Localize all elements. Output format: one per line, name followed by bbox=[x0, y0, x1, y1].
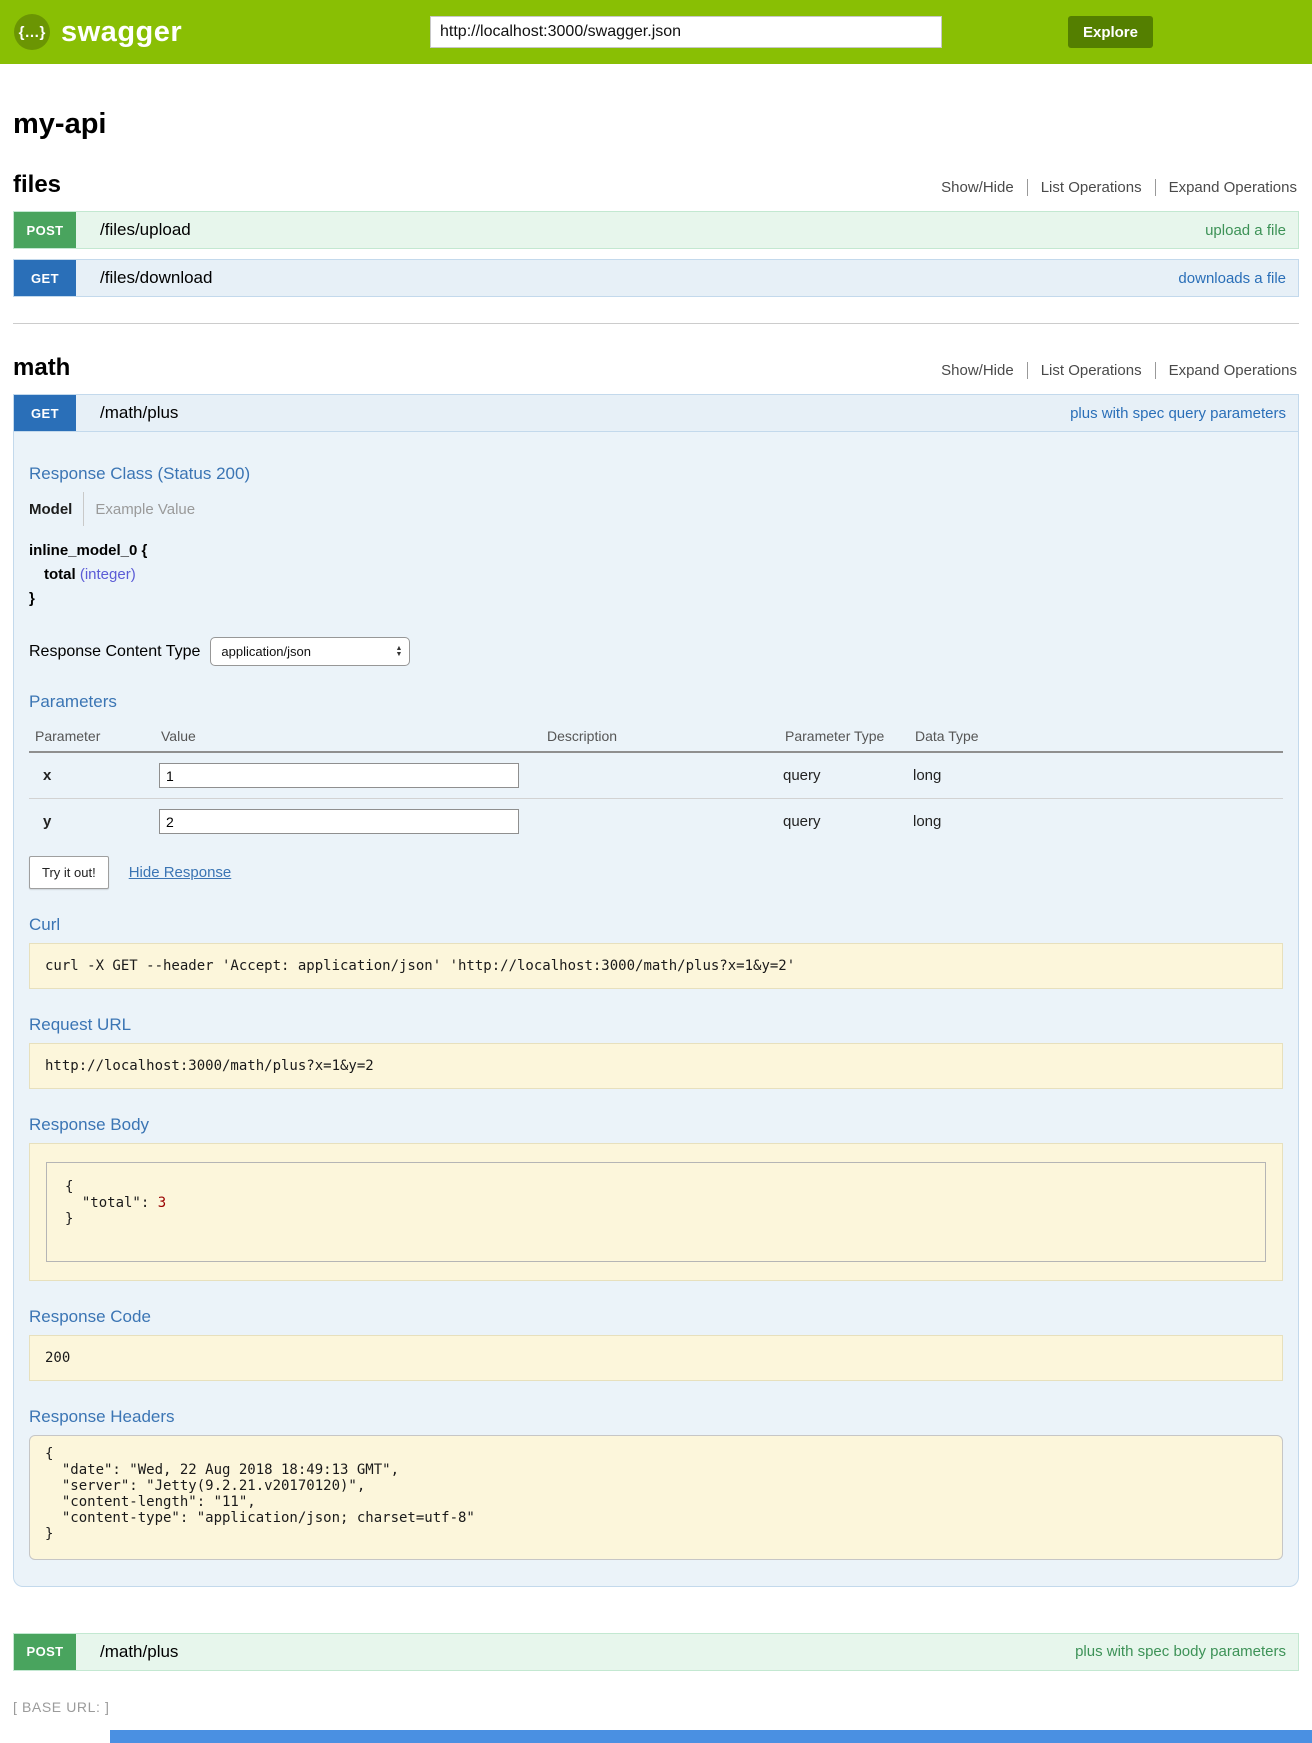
model-signature-close: } bbox=[29, 590, 1283, 607]
http-method-badge: GET bbox=[14, 395, 76, 431]
parameter-description bbox=[545, 799, 783, 845]
operation-summary-link[interactable]: plus with spec query parameters bbox=[1070, 395, 1298, 431]
list-operations-link[interactable]: List Operations bbox=[1027, 362, 1155, 379]
curl-command: curl -X GET --header 'Accept: applicatio… bbox=[29, 943, 1283, 989]
select-arrows-icon: ▲▼ bbox=[395, 646, 402, 658]
operation-summary-link[interactable]: plus with spec body parameters bbox=[1075, 1634, 1298, 1670]
parameter-type: query bbox=[783, 799, 913, 845]
operation-expanded-content: Response Class (Status 200) Model Exampl… bbox=[13, 432, 1299, 1587]
parameter-x-input[interactable] bbox=[159, 763, 519, 788]
response-body-container: { "total": 3 } bbox=[29, 1143, 1283, 1281]
json-number: 3 bbox=[158, 1195, 166, 1211]
operation-header[interactable]: POST /math/plus plus with spec body para… bbox=[13, 1633, 1299, 1671]
parameter-name: y bbox=[29, 799, 159, 845]
response-code-heading: Response Code bbox=[29, 1307, 1283, 1327]
section-controls-files: Show/Hide List Operations Expand Operati… bbox=[928, 179, 1299, 196]
parameter-name: x bbox=[29, 752, 159, 799]
swagger-logo[interactable]: {…} swagger bbox=[14, 0, 182, 64]
tab-model[interactable]: Model bbox=[29, 501, 83, 518]
section-title-files: files bbox=[13, 171, 61, 199]
response-code-value: 200 bbox=[29, 1335, 1283, 1381]
response-content-type-value: application/json bbox=[221, 644, 311, 659]
response-content-type-label: Response Content Type bbox=[29, 643, 200, 661]
tab-example-value[interactable]: Example Value bbox=[84, 501, 195, 518]
section-math: math Show/Hide List Operations Expand Op… bbox=[13, 354, 1299, 1671]
swagger-brace-icon: {…} bbox=[14, 14, 50, 50]
response-class-heading: Response Class (Status 200) bbox=[29, 464, 1283, 484]
parameter-row-y: y query long bbox=[29, 799, 1283, 845]
model-property-name: total bbox=[44, 566, 76, 583]
parameters-table: Parameter Value Description Parameter Ty… bbox=[29, 720, 1283, 844]
response-body-json: { "total": 3 } bbox=[65, 1179, 1247, 1227]
section-files: files Show/Hide List Operations Expand O… bbox=[13, 171, 1299, 297]
operation-path-link[interactable]: /math/plus bbox=[100, 395, 178, 431]
operation-get-files-download: GET /files/download downloads a file bbox=[13, 259, 1299, 297]
request-url-value: http://localhost:3000/math/plus?x=1&y=2 bbox=[29, 1043, 1283, 1089]
http-method-badge: GET bbox=[14, 260, 76, 296]
request-url-heading: Request URL bbox=[29, 1015, 1283, 1035]
model-signature: inline_model_0 { total (integer) } bbox=[29, 542, 1283, 607]
operation-post-math-plus: POST /math/plus plus with spec body para… bbox=[13, 1633, 1299, 1671]
response-body-box: { "total": 3 } bbox=[46, 1162, 1266, 1262]
operation-summary-link[interactable]: downloads a file bbox=[1178, 260, 1298, 296]
expand-operations-link[interactable]: Expand Operations bbox=[1155, 362, 1299, 379]
column-header-data-type: Data Type bbox=[913, 720, 1283, 752]
hide-response-link[interactable]: Hide Response bbox=[129, 864, 232, 881]
column-header-description: Description bbox=[545, 720, 783, 752]
parameter-data-type: long bbox=[913, 799, 1283, 845]
json-key: "total": bbox=[82, 1195, 149, 1211]
column-header-value: Value bbox=[159, 720, 545, 752]
try-it-out-button[interactable]: Try it out! bbox=[29, 856, 109, 889]
model-signature-open: inline_model_0 { bbox=[29, 542, 1283, 559]
page-title: my-api bbox=[13, 108, 1299, 141]
response-content-type-select[interactable]: application/json ▲▼ bbox=[210, 637, 410, 666]
operation-path-link[interactable]: /math/plus bbox=[100, 1634, 178, 1670]
explore-button[interactable]: Explore bbox=[1068, 16, 1153, 48]
section-divider bbox=[13, 323, 1299, 324]
spec-url-input[interactable] bbox=[430, 16, 942, 48]
response-class-tabs: Model Example Value bbox=[29, 492, 1283, 526]
response-headers-box: { "date": "Wed, 22 Aug 2018 18:49:13 GMT… bbox=[29, 1435, 1283, 1560]
section-title-math: math bbox=[13, 354, 70, 382]
column-header-parameter: Parameter bbox=[29, 720, 159, 752]
operation-summary-link[interactable]: upload a file bbox=[1205, 212, 1298, 248]
expand-operations-link[interactable]: Expand Operations bbox=[1155, 179, 1299, 196]
swagger-ui-page: {…} swagger Explore my-api files Show/Hi… bbox=[0, 0, 1312, 1743]
response-headers-heading: Response Headers bbox=[29, 1407, 1283, 1427]
parameter-y-input[interactable] bbox=[159, 809, 519, 834]
show-hide-link[interactable]: Show/Hide bbox=[928, 362, 1027, 379]
model-property-type: (integer) bbox=[80, 566, 136, 583]
parameters-heading: Parameters bbox=[29, 692, 1283, 712]
base-url-footer: [ BASE URL: ] bbox=[13, 1699, 1299, 1715]
list-operations-link[interactable]: List Operations bbox=[1027, 179, 1155, 196]
swagger-logo-text: swagger bbox=[61, 16, 182, 49]
parameter-data-type: long bbox=[913, 752, 1283, 799]
operation-header[interactable]: POST /files/upload upload a file bbox=[13, 211, 1299, 249]
response-headers-json: { "date": "Wed, 22 Aug 2018 18:49:13 GMT… bbox=[45, 1446, 1267, 1543]
operation-post-files-upload: POST /files/upload upload a file bbox=[13, 211, 1299, 249]
operation-header[interactable]: GET /files/download downloads a file bbox=[13, 259, 1299, 297]
show-hide-link[interactable]: Show/Hide bbox=[928, 179, 1027, 196]
parameter-description bbox=[545, 752, 783, 799]
bottom-blue-bar bbox=[110, 1730, 1312, 1743]
operation-get-math-plus: GET /math/plus plus with spec query para… bbox=[13, 394, 1299, 1587]
parameter-type: query bbox=[783, 752, 913, 799]
operation-path-link[interactable]: /files/download bbox=[100, 260, 212, 296]
parameter-row-x: x query long bbox=[29, 752, 1283, 799]
response-body-heading: Response Body bbox=[29, 1115, 1283, 1135]
http-method-badge: POST bbox=[14, 1634, 76, 1670]
section-controls-math: Show/Hide List Operations Expand Operati… bbox=[928, 362, 1299, 379]
model-property: total (integer) bbox=[44, 566, 1283, 583]
curl-heading: Curl bbox=[29, 915, 1283, 935]
operation-header[interactable]: GET /math/plus plus with spec query para… bbox=[13, 394, 1299, 432]
http-method-badge: POST bbox=[14, 212, 76, 248]
header-bar: {…} swagger Explore bbox=[0, 0, 1312, 64]
column-header-parameter-type: Parameter Type bbox=[783, 720, 913, 752]
operation-path-link[interactable]: /files/upload bbox=[100, 212, 191, 248]
